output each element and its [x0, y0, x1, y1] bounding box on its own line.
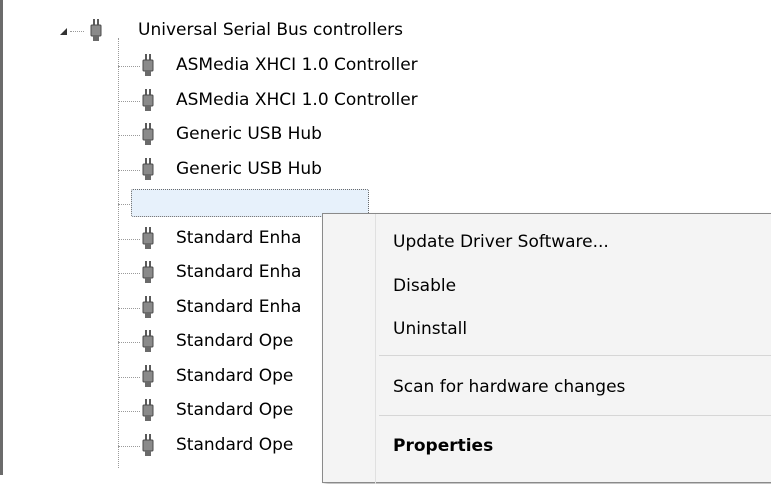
tree-connector-line: [118, 446, 140, 447]
menu-item-uninstall[interactable]: Uninstall: [393, 318, 467, 340]
context-menu: Update Driver Software... Disable Uninst…: [322, 213, 771, 484]
tree-category-usb-controllers[interactable]: Universal Serial Bus controllers: [90, 16, 470, 46]
usb-plug-icon: [142, 399, 154, 421]
usb-plug-icon: [142, 158, 154, 180]
tree-connector-line: [70, 31, 84, 32]
tree-device-item[interactable]: Generic USB Hub: [142, 120, 482, 150]
menu-separator: [379, 415, 771, 416]
usb-plug-icon: [142, 89, 154, 111]
tree-connector-line: [118, 342, 140, 343]
menu-item-properties[interactable]: Properties: [393, 435, 493, 457]
tree-device-label: Standard Ope: [176, 400, 294, 420]
tree-device-item[interactable]: Generic USB Hub: [142, 155, 482, 185]
usb-plug-icon: [142, 261, 154, 283]
usb-plug-icon: [142, 365, 154, 387]
tree-device-label: ASMedia XHCI 1.0 Controller: [176, 55, 418, 75]
usb-plug-icon: [142, 434, 154, 456]
tree-device-label: Standard Ope: [176, 366, 294, 386]
usb-plug-icon: [90, 19, 102, 41]
menu-gutter-line: [375, 214, 376, 484]
tree-device-label: Standard Ope: [176, 331, 294, 351]
tree-device-item[interactable]: ASMedia XHCI 1.0 Controller: [142, 51, 482, 81]
usb-plug-icon: [142, 54, 154, 76]
tree-connector-line: [118, 101, 140, 102]
menu-separator: [379, 355, 771, 356]
usb-plug-icon: [142, 296, 154, 318]
tree-device-label: Generic USB Hub: [176, 159, 322, 179]
tree-connector-line: [118, 38, 119, 468]
tree-connector-line: [118, 308, 140, 309]
usb-plug-icon: [142, 330, 154, 352]
tree-device-label: Generic USB Hub: [176, 124, 322, 144]
tree-device-label: ASMedia XHCI 1.0 Controller: [176, 90, 418, 110]
tree-device-item[interactable]: ASMedia XHCI 1.0 Controller: [142, 86, 482, 116]
usb-plug-icon: [142, 227, 154, 249]
usb-plug-icon: [142, 123, 154, 145]
collapse-arrow-icon[interactable]: [60, 28, 67, 35]
menu-item-update-driver[interactable]: Update Driver Software...: [393, 231, 609, 253]
menu-item-scan-hardware[interactable]: Scan for hardware changes: [393, 376, 625, 398]
tree-connector-line: [118, 377, 140, 378]
tree-device-label: Standard Enha: [176, 262, 302, 282]
tree-device-label: Standard Enha: [176, 228, 302, 248]
tree-connector-line: [118, 135, 140, 136]
tree-connector-line: [118, 170, 140, 171]
tree-connector-line: [118, 273, 140, 274]
tree-connector-line: [118, 411, 140, 412]
tree-connector-line: [118, 66, 140, 67]
tree-device-label: Standard Ope: [176, 435, 294, 455]
tree-category-label: Universal Serial Bus controllers: [138, 20, 404, 40]
tree-device-label: Standard Enha: [176, 297, 302, 317]
menu-item-disable[interactable]: Disable: [393, 275, 456, 297]
tree-connector-line: [118, 239, 140, 240]
